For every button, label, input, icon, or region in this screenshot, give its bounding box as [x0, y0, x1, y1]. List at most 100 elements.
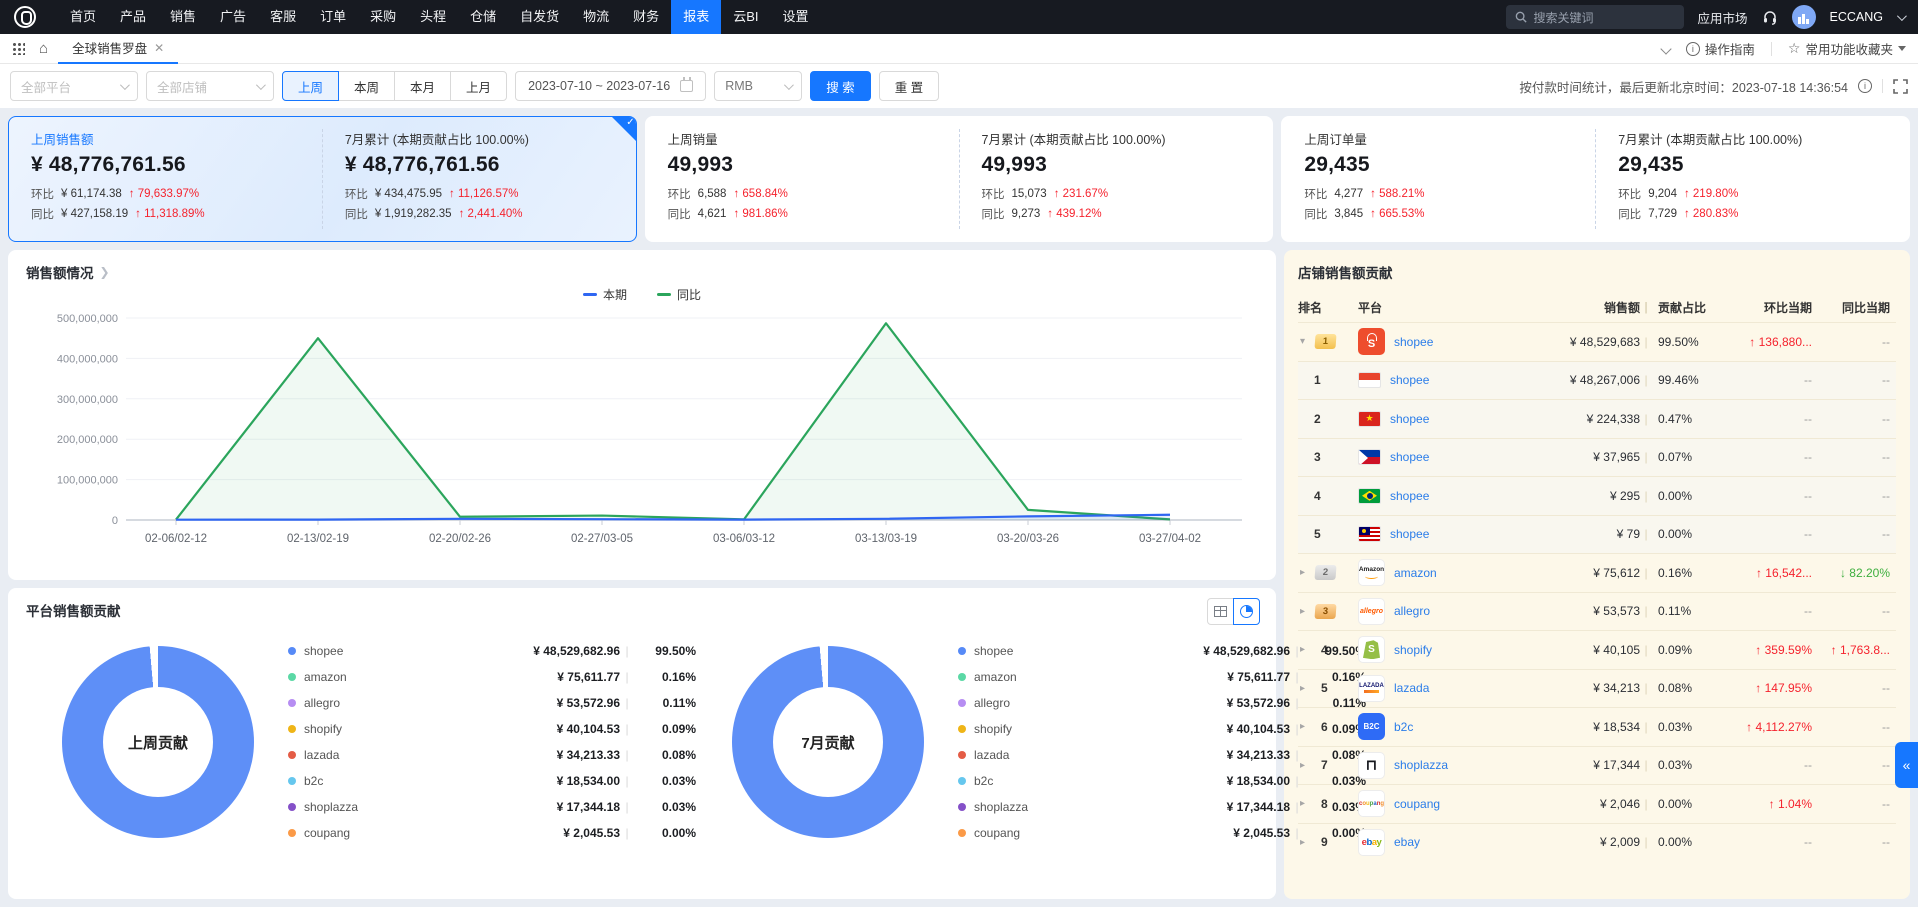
- app-market-link[interactable]: 应用市场: [1698, 8, 1748, 27]
- tab-global-sales-compass[interactable]: 全球销售罗盘 ✕: [58, 34, 178, 64]
- period-本周[interactable]: 本周: [338, 71, 395, 101]
- platform-link[interactable]: shopify: [1394, 643, 1432, 657]
- headset-icon[interactable]: [1762, 9, 1778, 25]
- nav-item-销售[interactable]: 销售: [158, 0, 208, 34]
- donut-legend-item[interactable]: b2c ¥ 18,534.00 | 0.03%: [288, 768, 696, 794]
- table-view-toggle[interactable]: [1207, 598, 1234, 625]
- platform-link[interactable]: ebay: [1394, 835, 1420, 849]
- table-row[interactable]: 5 shopee ¥ 79 | 0.00% -- --: [1298, 515, 1896, 554]
- legend-item-同比[interactable]: 同比: [657, 286, 701, 303]
- nav-item-物流[interactable]: 物流: [571, 0, 621, 34]
- donut-legend-item[interactable]: coupang ¥ 2,045.53 | 0.00%: [958, 820, 1366, 846]
- platform-link[interactable]: allegro: [1394, 604, 1430, 618]
- platform-link[interactable]: shopee: [1390, 527, 1429, 541]
- home-icon[interactable]: ⌂: [39, 40, 48, 57]
- account-name[interactable]: ECCANG: [1830, 10, 1883, 24]
- nav-item-采购[interactable]: 采购: [358, 0, 408, 34]
- table-row[interactable]: 1 shopee ¥ 48,267,006 | 99.46% -- --: [1298, 361, 1896, 400]
- donut-legend-item[interactable]: lazada ¥ 34,213.33 | 0.08%: [288, 742, 696, 768]
- avatar[interactable]: [1792, 5, 1816, 29]
- eccang-logo-icon[interactable]: [14, 6, 36, 28]
- nav-item-首页[interactable]: 首页: [58, 0, 108, 34]
- donut-legend-item[interactable]: shoplazza ¥ 17,344.18 | 0.03%: [958, 794, 1366, 820]
- table-row[interactable]: ▸ 2 Amazonamazon ¥ 75,612 | 0.16% ↑ 16,5…: [1298, 553, 1896, 592]
- nav-item-云BI[interactable]: 云BI: [721, 0, 770, 34]
- donut-legend-item[interactable]: coupang ¥ 2,045.53 | 0.00%: [288, 820, 696, 846]
- period-上月[interactable]: 上月: [450, 71, 507, 101]
- nav-item-头程[interactable]: 头程: [408, 0, 458, 34]
- reset-button[interactable]: 重 置: [879, 71, 939, 101]
- donut-legend-item[interactable]: shopee ¥ 48,529,682.96 | 99.50%: [958, 638, 1366, 664]
- nav-item-客服[interactable]: 客服: [258, 0, 308, 34]
- legend-item-本期[interactable]: 本期: [583, 286, 627, 303]
- platform-link[interactable]: shopee: [1390, 373, 1429, 387]
- expand-caret-icon[interactable]: ▸: [1300, 567, 1310, 578]
- donut-legend-item[interactable]: amazon ¥ 75,611.77 | 0.16%: [288, 664, 696, 690]
- donut-legend-item[interactable]: allegro ¥ 53,572.96 | 0.11%: [958, 690, 1366, 716]
- chevron-down-icon[interactable]: [1897, 11, 1907, 21]
- table-row[interactable]: ▸ 6 B2Cb2c ¥ 18,534 | 0.03% ↑ 4,112.27% …: [1298, 707, 1896, 746]
- platform-link[interactable]: shopee: [1390, 489, 1429, 503]
- platform-link[interactable]: lazada: [1394, 681, 1429, 695]
- guide-link[interactable]: i 操作指南: [1686, 39, 1755, 58]
- table-row[interactable]: ▸ 5 LAZADAlazada ¥ 34,213 | 0.08% ↑ 147.…: [1298, 669, 1896, 708]
- platform-name: b2c: [304, 774, 408, 788]
- donut-legend-item[interactable]: b2c ¥ 18,534.00 | 0.03%: [958, 768, 1366, 794]
- donut-legend-item[interactable]: shopify ¥ 40,104.53 | 0.09%: [288, 716, 696, 742]
- chevron-down-icon[interactable]: [1660, 43, 1671, 54]
- platform-link[interactable]: coupang: [1394, 797, 1440, 811]
- metric-card[interactable]: 上周订单量 29,435 环比4,277↑ 588.21% 同比3,845↑ 6…: [1281, 116, 1910, 242]
- collapse-caret-icon[interactable]: ▾: [1300, 336, 1310, 347]
- expand-caret-icon[interactable]: ▸: [1300, 606, 1310, 617]
- platform-link[interactable]: b2c: [1394, 720, 1413, 734]
- table-row[interactable]: 4 shopee ¥ 295 | 0.00% -- --: [1298, 476, 1896, 515]
- table-row[interactable]: ▸ 9 ebayebay ¥ 2,009 | 0.00% -- --: [1298, 823, 1896, 862]
- fullscreen-icon[interactable]: [1893, 79, 1908, 94]
- donut-legend-item[interactable]: shopify ¥ 40,104.53 | 0.09%: [958, 716, 1366, 742]
- donut-legend-item[interactable]: allegro ¥ 53,572.96 | 0.11%: [288, 690, 696, 716]
- nav-item-产品[interactable]: 产品: [108, 0, 158, 34]
- currency-select[interactable]: RMB: [714, 71, 802, 101]
- date-range-picker[interactable]: 2023-07-10 ~ 2023-07-16: [515, 71, 706, 101]
- donut-legend-item[interactable]: shoplazza ¥ 17,344.18 | 0.03%: [288, 794, 696, 820]
- collapse-panel-button[interactable]: «: [1895, 742, 1918, 788]
- close-icon[interactable]: ✕: [154, 41, 164, 55]
- global-search-input[interactable]: 搜索关键词: [1506, 5, 1684, 29]
- period-上周[interactable]: 上周: [282, 71, 339, 101]
- platform-link[interactable]: amazon: [1394, 566, 1437, 580]
- donut-legend-item[interactable]: amazon ¥ 75,611.77 | 0.16%: [958, 664, 1366, 690]
- nav-item-广告[interactable]: 广告: [208, 0, 258, 34]
- apps-grid-icon[interactable]: [12, 42, 25, 55]
- platform-link[interactable]: shoplazza: [1394, 758, 1448, 772]
- nav-item-设置[interactable]: 设置: [771, 0, 821, 34]
- table-row[interactable]: ▸ 3 allegroallegro ¥ 53,573 | 0.11% -- -…: [1298, 592, 1896, 631]
- table-row[interactable]: 2 ★shopee ¥ 224,338 | 0.47% -- --: [1298, 399, 1896, 438]
- metric-card[interactable]: 上周销量 49,993 环比6,588↑ 658.84% 同比4,621↑ 98…: [645, 116, 1274, 242]
- yoy-line: 同比7,729↑ 280.83%: [1618, 206, 1887, 222]
- platform-link[interactable]: shopee: [1394, 335, 1433, 349]
- nav-item-报表[interactable]: 报表: [671, 0, 721, 34]
- nav-item-仓储[interactable]: 仓储: [458, 0, 508, 34]
- table-row[interactable]: ▸ 7 ⊓shoplazza ¥ 17,344 | 0.03% -- --: [1298, 746, 1896, 785]
- search-button[interactable]: 搜 索: [810, 71, 870, 101]
- chevron-right-icon[interactable]: ❯: [100, 265, 110, 279]
- platform-link[interactable]: shopee: [1390, 412, 1429, 426]
- platform-link[interactable]: shopee: [1390, 450, 1429, 464]
- nav-item-自发货[interactable]: 自发货: [508, 0, 571, 34]
- info-icon[interactable]: i: [1858, 79, 1872, 93]
- donut-legend-item[interactable]: shopee ¥ 48,529,682.96 | 99.50%: [288, 638, 696, 664]
- table-row[interactable]: ▾ 1 Sshopee ¥ 48,529,683 | 99.50% ↑ 136,…: [1298, 322, 1896, 361]
- table-row[interactable]: ▸ 4 Sshopify ¥ 40,105 | 0.09% ↑ 359.59% …: [1298, 630, 1896, 669]
- table-row[interactable]: 3 shopee ¥ 37,965 | 0.07% -- --: [1298, 438, 1896, 477]
- nav-item-订单[interactable]: 订单: [308, 0, 358, 34]
- platform-select[interactable]: 全部平台: [10, 71, 138, 101]
- donut-legend-item[interactable]: lazada ¥ 34,213.33 | 0.08%: [958, 742, 1366, 768]
- favorites-menu[interactable]: ☆ 常用功能收藏夹: [1788, 39, 1906, 58]
- amount-cell: ¥ 53,573 | 0.11%: [1516, 604, 1708, 618]
- pie-view-toggle[interactable]: [1233, 598, 1260, 625]
- nav-item-财务[interactable]: 财务: [621, 0, 671, 34]
- store-select[interactable]: 全部店铺: [146, 71, 274, 101]
- period-本月[interactable]: 本月: [394, 71, 451, 101]
- table-row[interactable]: ▸ 8 coupangcoupang ¥ 2,046 | 0.00% ↑ 1.0…: [1298, 784, 1896, 823]
- metric-card[interactable]: ✓ 上周销售额 ¥ 48,776,761.56 环比¥ 61,174.38↑ 7…: [8, 116, 637, 242]
